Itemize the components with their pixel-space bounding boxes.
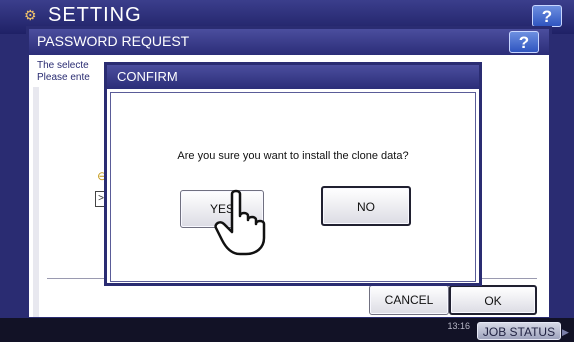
left-frame [0, 34, 26, 320]
page-title: SETTING [48, 4, 142, 26]
confirm-body [110, 92, 476, 282]
arrow-icon: ▶ [562, 327, 569, 337]
confirm-dialog: CONFIRM Are you sure you want to install… [104, 62, 482, 286]
confirm-title: CONFIRM [117, 69, 178, 84]
help-button[interactable]: ? [532, 5, 562, 27]
dialog-body-edge [33, 87, 39, 317]
dialog-title-bar: PASSWORD REQUEST ? [29, 29, 549, 55]
message-line: The selecte [37, 60, 89, 71]
confirm-title-bar: CONFIRM [107, 65, 479, 89]
confirm-question: Are you sure you want to install the clo… [177, 150, 409, 162]
hand-pointer-icon [214, 189, 266, 256]
settings-icon: ⚙ [24, 7, 37, 23]
no-button[interactable]: NO [321, 186, 411, 226]
message-line: Please ente [37, 72, 90, 83]
right-frame [552, 34, 574, 320]
screen: ⚙ SETTING ? PASSWORD REQUEST ? The selec… [0, 0, 574, 342]
help-button[interactable]: ? [509, 31, 539, 53]
ok-button[interactable]: OK [449, 285, 537, 315]
job-status-button[interactable]: JOB STATUS [477, 322, 561, 340]
cancel-button[interactable]: CANCEL [369, 285, 449, 315]
dialog-message: The selecte Please ente [37, 60, 109, 84]
dialog-title: PASSWORD REQUEST [37, 33, 190, 49]
clock: 13:16 [447, 321, 470, 331]
